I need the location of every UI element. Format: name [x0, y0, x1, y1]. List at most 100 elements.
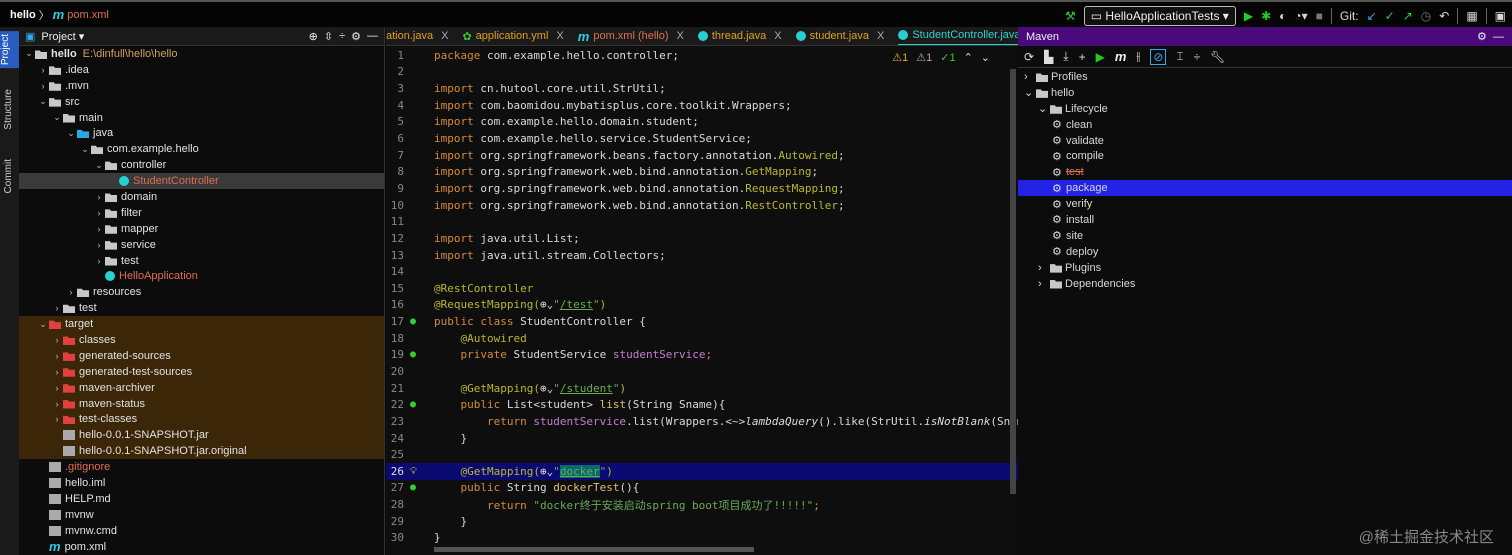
code-line[interactable]: 30}	[386, 530, 1018, 547]
chevron-right-icon[interactable]: ›	[93, 240, 105, 250]
code-line[interactable]: 2	[386, 64, 1018, 81]
locate-icon[interactable]: ⊕	[309, 30, 318, 43]
chevron-right-icon[interactable]: ›	[51, 414, 63, 424]
close-icon[interactable]: X	[677, 30, 684, 42]
chevron-right-icon[interactable]: ›	[37, 81, 49, 91]
code-line[interactable]: 17 ● public class StudentController {	[386, 313, 1018, 330]
execute-goal-icon[interactable]: m	[1115, 49, 1127, 64]
reload-icon[interactable]: ⟳	[1024, 50, 1034, 64]
wrench-icon[interactable]: 🔧︎	[1210, 50, 1225, 64]
code-line[interactable]: 12 import java.util.List;	[386, 230, 1018, 247]
toggle-offline-icon[interactable]: ⫲	[1136, 49, 1140, 64]
tree-item[interactable]: ⌄ com.example.hello	[19, 141, 384, 157]
tree-item[interactable]: › generated-test-sources	[19, 363, 384, 380]
chevron-right-icon[interactable]: ›	[93, 224, 105, 234]
tree-item[interactable]: ⌄ controller	[19, 157, 384, 173]
tree-item[interactable]: ⌄ target	[19, 316, 384, 333]
lightbulb-icon[interactable]: 💡︎	[410, 466, 434, 477]
spring-bean-icon[interactable]: ●	[410, 349, 434, 360]
chevron-down-icon[interactable]: ⌄	[79, 144, 91, 155]
horizontal-scrollbar[interactable]	[434, 547, 754, 552]
code-line[interactable]: 13 import java.util.stream.Collectors;	[386, 247, 1018, 264]
code-line[interactable]: 4 import com.baomidou.mybatisplus.core.to…	[386, 97, 1018, 114]
code-line[interactable]: 26 💡︎ @GetMapping(⊕⌄"docker")	[386, 463, 1018, 480]
code-line[interactable]: 28 return "docker终于安装启动spring boot项目成功了!…	[386, 496, 1018, 513]
collapse-all-icon[interactable]: ÷	[339, 30, 345, 42]
code-line[interactable]: 29 }	[386, 513, 1018, 530]
hide-icon[interactable]: —	[367, 30, 378, 42]
chevron-right-icon[interactable]: ›	[1038, 278, 1050, 290]
code-line[interactable]: 18 @Autowired	[386, 330, 1018, 347]
tab-thread-java[interactable]: thread.java X	[697, 27, 782, 45]
tab-ation-java[interactable]: ation.java X	[386, 27, 448, 45]
close-icon[interactable]: X	[774, 30, 781, 42]
tree-item[interactable]: › generated-sources	[19, 347, 384, 364]
code-line[interactable]: 5 import com.example.hello.domain.student…	[386, 114, 1018, 131]
stop-icon[interactable]: ■	[1316, 9, 1323, 23]
chevron-right-icon[interactable]: ›	[37, 65, 49, 75]
tree-item[interactable]: › test-classes	[19, 411, 384, 428]
code-line[interactable]: 6 import com.example.hello.service.Studen…	[386, 130, 1018, 147]
code-line[interactable]: 22 ● public List<student> list(String Sna…	[386, 396, 1018, 413]
maven-item-site[interactable]: ⚙ site	[1018, 228, 1512, 244]
tab-application-yml[interactable]: ✿ application.yml X	[462, 27, 563, 45]
code-line[interactable]: 11	[386, 213, 1018, 230]
maven-item-install[interactable]: ⚙ install	[1018, 212, 1512, 228]
collapse-all-icon[interactable]: ÷	[1194, 50, 1201, 64]
presentation-icon[interactable]: ▣	[1495, 9, 1506, 23]
code-area[interactable]: 1 package com.example.hello.controller; 2 3…	[386, 47, 1018, 546]
tree-item[interactable]: ⌄ java	[19, 125, 384, 141]
chevron-down-icon[interactable]: ⌄	[37, 96, 49, 107]
tree-item[interactable]: › mapper	[19, 221, 384, 237]
code-line[interactable]: 7 import org.springframework.beans.factor…	[386, 147, 1018, 164]
tree-item[interactable]: › classes	[19, 332, 384, 348]
run-icon[interactable]: ▶	[1244, 9, 1253, 23]
gear-icon[interactable]: ⚙	[351, 30, 361, 43]
spring-bean-icon[interactable]: ●	[410, 482, 434, 493]
add-icon[interactable]: +	[1079, 50, 1086, 64]
stripe-project[interactable]: Project	[0, 31, 19, 69]
code-line[interactable]: 23 return studentService.list(Wrappers.<…	[386, 413, 1018, 430]
download-icon[interactable]: ⤓	[1063, 49, 1068, 64]
git-commit-icon[interactable]: ✓	[1385, 9, 1395, 23]
tree-item[interactable]: › test	[19, 300, 384, 316]
code-line[interactable]: 14	[386, 263, 1018, 280]
chevron-right-icon[interactable]: ›	[93, 208, 105, 218]
code-line[interactable]: 20	[386, 363, 1018, 380]
chevron-right-icon[interactable]: ›	[51, 351, 63, 361]
hide-icon[interactable]: —	[1493, 31, 1504, 43]
tree-item[interactable]: › resources	[19, 284, 384, 300]
chevron-right-icon[interactable]: ›	[51, 399, 63, 409]
spring-bean-icon[interactable]: ●	[410, 316, 434, 327]
tree-item[interactable]: HelloApplication	[19, 268, 384, 284]
close-icon[interactable]: X	[441, 30, 448, 42]
close-icon[interactable]: X	[877, 30, 884, 42]
tree-item[interactable]: › domain	[19, 189, 384, 205]
code-line[interactable]: 8 import org.springframework.web.bind.ann…	[386, 163, 1018, 180]
tree-item[interactable]: hello-0.0.1-SNAPSHOT.jar.original	[19, 443, 384, 460]
tree-item[interactable]: › maven-archiver	[19, 379, 384, 396]
tree-item[interactable]: HELP.md	[19, 491, 384, 507]
tree-item[interactable]: › test	[19, 253, 384, 269]
code-line[interactable]: 1 package com.example.hello.controller;	[386, 47, 1018, 64]
maven-item-compile[interactable]: ⚙ compile	[1018, 148, 1512, 164]
tab-pom-xml-hello-[interactable]: m pom.xml (hello) X	[578, 27, 684, 45]
gear-icon[interactable]: ⚙	[1477, 30, 1487, 43]
code-line[interactable]: 21 @GetMapping(⊕⌄"/student")	[386, 380, 1018, 397]
chevron-down-icon[interactable]: ⌄	[1038, 102, 1050, 115]
tree-item[interactable]: hello.iml	[19, 475, 384, 491]
chevron-down-icon[interactable]: ⌄	[37, 319, 49, 330]
code-line[interactable]: 15 @RestController	[386, 280, 1018, 297]
tree-item[interactable]: › service	[19, 237, 384, 253]
coverage-icon[interactable]: ◐	[1279, 9, 1286, 23]
spring-bean-icon[interactable]: ●	[410, 399, 434, 410]
chevron-right-icon[interactable]: ›	[1038, 262, 1050, 274]
code-line[interactable]: 3 import cn.hutool.core.util.StrUtil;	[386, 80, 1018, 97]
maven-item-test[interactable]: ⚙ test	[1018, 164, 1512, 180]
tree-item[interactable]: › filter	[19, 205, 384, 221]
generate-sources-icon[interactable]: ▙	[1044, 50, 1053, 64]
tree-item[interactable]: ⌄ hello E:\dinfull\hello\hello	[19, 46, 384, 62]
chevron-right-icon[interactable]: ›	[51, 367, 63, 377]
tree-item[interactable]: m pom.xml	[19, 539, 384, 555]
tree-item[interactable]: StudentController	[19, 173, 384, 190]
